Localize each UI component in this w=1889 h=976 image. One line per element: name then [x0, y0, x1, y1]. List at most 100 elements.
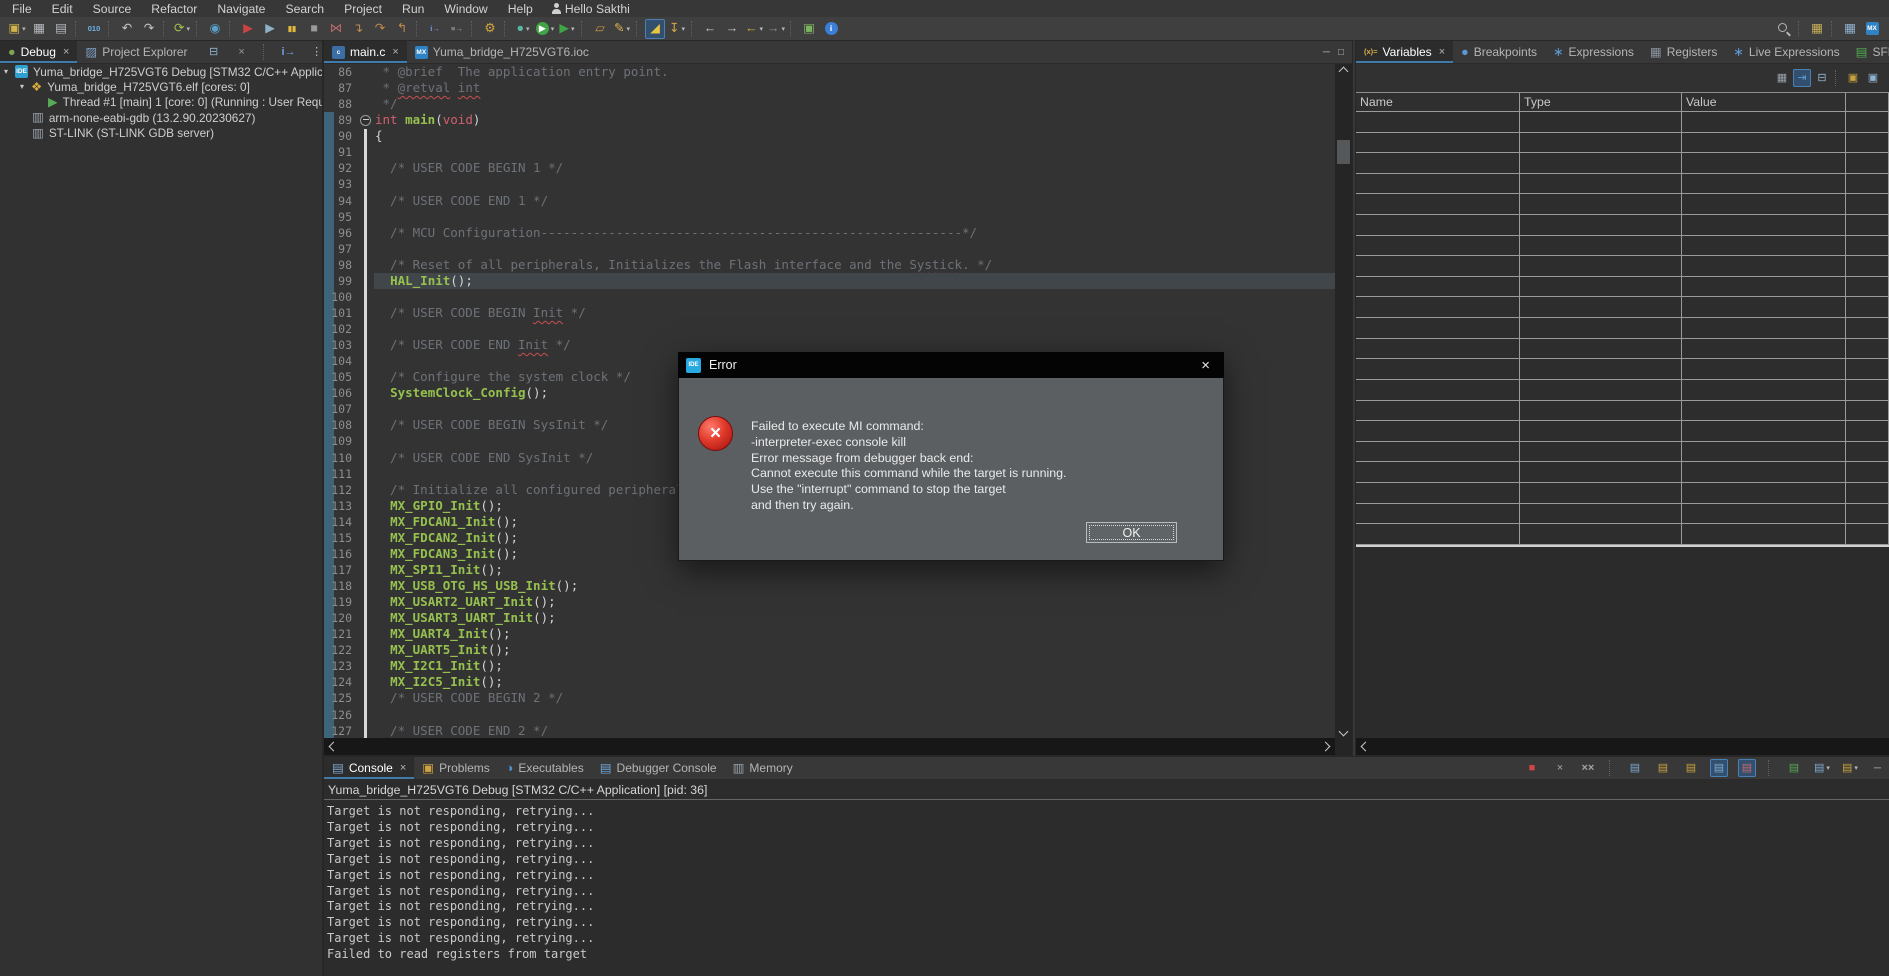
ok-button[interactable]: OK	[1086, 522, 1177, 543]
line-number[interactable]: 114	[324, 515, 360, 529]
column-header-type[interactable]: Type	[1520, 93, 1682, 111]
line-number[interactable]: 88	[324, 97, 360, 111]
variables-tab-registers[interactable]: ▦Registers	[1642, 41, 1726, 63]
last-edit-location-button[interactable]: ←▾	[744, 19, 764, 39]
pin-console-button[interactable]: ▤	[1710, 759, 1728, 777]
cpp-perspective-button[interactable]: ▦	[1840, 19, 1860, 39]
code-line-127[interactable]: 127 /* USER CODE END 2 */	[324, 723, 1335, 738]
tree-item[interactable]: ▥arm-none-eabi-gdb (13.2.90.20230627)	[0, 110, 322, 125]
menu-refactor[interactable]: Refactor	[141, 0, 207, 17]
line-number[interactable]: 118	[324, 579, 360, 593]
pin-view-button[interactable]: ▣	[1864, 69, 1882, 87]
redo-button[interactable]: ↷	[139, 19, 159, 39]
line-number[interactable]: 105	[324, 370, 360, 384]
close-icon[interactable]: ×	[400, 762, 406, 774]
code-line-92[interactable]: 92 /* USER CODE BEGIN 1 */	[324, 160, 1335, 176]
variables-table-row[interactable]	[1356, 297, 1889, 318]
show-disassembly-button[interactable]: ≡→	[447, 19, 467, 39]
menu-project[interactable]: Project	[334, 0, 392, 17]
code-line-89[interactable]: 89int main(void)	[324, 112, 1335, 128]
chevron-down-icon[interactable]: ▾	[4, 67, 15, 76]
line-number[interactable]: 102	[324, 322, 360, 336]
code-line-98[interactable]: 98 /* Reset of all peripherals, Initiali…	[324, 257, 1335, 273]
remove-launch-button[interactable]: ×	[1551, 759, 1569, 777]
console-output[interactable]: Target is not responding, retrying... Ta…	[324, 800, 1889, 963]
link-with-editor-button[interactable]: ▣	[799, 19, 819, 39]
flash-download-button[interactable]: ↧▾	[667, 19, 687, 39]
editor-horizontal-scrollbar[interactable]	[324, 738, 1335, 755]
line-number[interactable]: 122	[324, 643, 360, 657]
line-number[interactable]: 111	[324, 467, 360, 481]
console-tab-debugger-console[interactable]: ▤Debugger Console	[592, 757, 725, 779]
line-number[interactable]: 107	[324, 402, 360, 416]
line-number[interactable]: 93	[324, 177, 360, 191]
code-line-96[interactable]: 96 /* MCU Configuration-----------------…	[324, 225, 1335, 241]
variables-tab-expressions[interactable]: ∗Expressions	[1545, 41, 1642, 63]
line-number[interactable]: 90	[324, 129, 360, 143]
code-line-101[interactable]: 101 /* USER CODE BEGIN Init */	[324, 305, 1335, 321]
variables-table-row[interactable]	[1356, 504, 1889, 525]
remove-all-launches-button[interactable]: ××	[1579, 759, 1597, 777]
scroll-right-icon[interactable]	[1321, 742, 1331, 752]
code-line-90[interactable]: 90{	[324, 128, 1335, 144]
open-console-button[interactable]: ▤▾	[1841, 759, 1859, 777]
console-tab-problems[interactable]: ▣Problems	[414, 757, 498, 779]
code-line-118[interactable]: 118 MX_USB_OTG_HS_USB_Init();	[324, 578, 1335, 594]
display-selected-console-button[interactable]: ▤▾	[1813, 759, 1831, 777]
terminate-button[interactable]: ■	[1523, 759, 1541, 777]
minimize-icon[interactable]: ─	[1323, 47, 1330, 58]
instruction-stepping-button[interactable]: i→	[425, 19, 445, 39]
disconnect-button[interactable]: ⋈	[326, 19, 346, 39]
editor-vertical-scrollbar[interactable]	[1335, 64, 1352, 738]
close-icon[interactable]: ×	[1439, 46, 1445, 58]
column-header-value[interactable]: Value	[1682, 93, 1846, 111]
device-configuration-perspective-button[interactable]: MX	[1862, 19, 1882, 39]
clear-console-button[interactable]: ▤	[1626, 759, 1644, 777]
variables-table-row[interactable]	[1356, 483, 1889, 504]
variables-tab-live-expressions[interactable]: ∗Live Expressions	[1725, 41, 1847, 63]
line-number[interactable]: 106	[324, 386, 360, 400]
terminate-and-relaunch-button[interactable]: ▶	[238, 19, 258, 39]
console-tab-executables[interactable]: ◑Executables	[498, 757, 592, 779]
open-console-ok-button[interactable]: ▤	[1785, 759, 1803, 777]
code-line-120[interactable]: 120 MX_USART3_UART_Init();	[324, 610, 1335, 626]
suspend-button[interactable]: ▮▮	[282, 19, 302, 39]
refresh-targets-button[interactable]: ⟳▾	[172, 19, 192, 39]
variables-table-row[interactable]	[1356, 174, 1889, 195]
code-line-86[interactable]: 86 * @brief The application entry point.	[324, 64, 1335, 80]
chevron-down-icon[interactable]: ▾	[20, 82, 31, 91]
variables-table-row[interactable]	[1356, 318, 1889, 339]
menu-edit[interactable]: Edit	[42, 0, 83, 17]
line-number[interactable]: 121	[324, 627, 360, 641]
user-menu[interactable]: Hello Sakthi	[543, 0, 638, 17]
information-button[interactable]: i	[821, 19, 841, 39]
debug-button[interactable]: ●▾	[513, 19, 533, 39]
debug-tab-project-explorer[interactable]: ▨Project Explorer	[77, 41, 195, 63]
menu-source[interactable]: Source	[83, 0, 142, 17]
forward-history-button[interactable]: →	[722, 19, 742, 39]
external-tools-button[interactable]: ▱	[590, 19, 610, 39]
code-line-124[interactable]: 124 MX_I2C5_Init();	[324, 674, 1335, 690]
line-number[interactable]: 91	[324, 145, 360, 159]
debug-launch-tree[interactable]: ▾IDEYuma_bridge_H725VGT6 Debug [STM32 C/…	[0, 64, 322, 976]
build-settings-button[interactable]: ⚙	[480, 19, 500, 39]
line-number[interactable]: 92	[324, 161, 360, 175]
line-number[interactable]: 120	[324, 611, 360, 625]
variables-table-row[interactable]	[1356, 442, 1889, 463]
column-header-name[interactable]: Name	[1356, 93, 1520, 111]
variables-horizontal-scrollbar[interactable]	[1356, 738, 1889, 755]
menu-help[interactable]: Help	[498, 0, 543, 17]
variables-table-row[interactable]	[1356, 359, 1889, 380]
line-number[interactable]: 124	[324, 675, 360, 689]
code-line-102[interactable]: 102	[324, 321, 1335, 337]
line-number[interactable]: 89	[324, 113, 360, 127]
line-number[interactable]: 127	[324, 724, 360, 738]
code-line-99[interactable]: 99 HAL_Init();	[324, 273, 1335, 289]
code-line-126[interactable]: 126	[324, 707, 1335, 723]
editor-tab-main-c[interactable]: cmain.c×	[324, 41, 407, 63]
menu-file[interactable]: File	[2, 0, 42, 17]
variables-table-row[interactable]	[1356, 194, 1889, 215]
line-number[interactable]: 110	[324, 451, 360, 465]
open-perspective-button[interactable]: ▦	[1807, 19, 1827, 39]
tree-item[interactable]: ▶Thread #1 [main] 1 [core: 0] (Running :…	[0, 95, 322, 110]
